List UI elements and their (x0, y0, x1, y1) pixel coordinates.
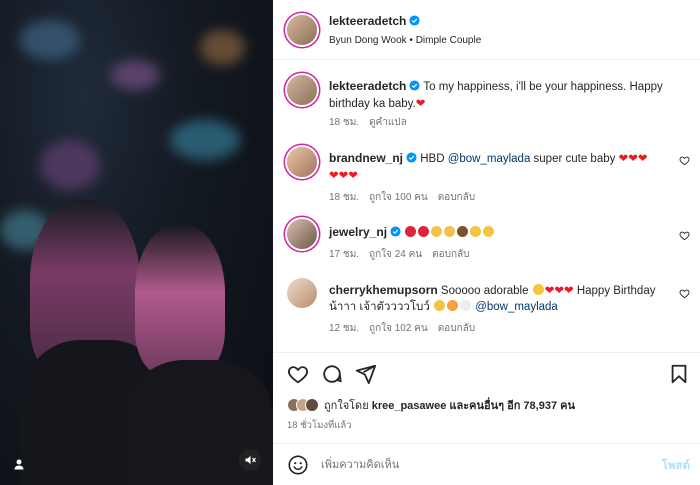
comment-time: 17 ชม. (329, 249, 360, 260)
author-username[interactable]: lekteeradetch (329, 14, 406, 28)
header-subtitle[interactable]: Byun Dong Wook • Dimple Couple (329, 35, 481, 46)
comment-likes[interactable]: ถูกใจ 100 คน (369, 192, 428, 203)
likes-summary[interactable]: ถูกใจโดย kree_pasawee และคนอื่นๆ อีก 78,… (287, 396, 575, 414)
action-bar (273, 352, 700, 388)
sparkles-emoji-icon (431, 226, 443, 237)
media-light (110, 60, 160, 90)
likes-prefix: ถูกใจโดย (324, 400, 372, 412)
bookmark-icon[interactable] (668, 363, 690, 385)
heart-emoji-icon: ❤ (415, 98, 426, 110)
heart-icon[interactable] (679, 230, 690, 241)
grimace-emoji-icon (470, 226, 482, 237)
verified-icon (390, 226, 401, 242)
see-translation-link[interactable]: ดูคำแปล (369, 117, 407, 128)
cake-emoji-icon (457, 226, 469, 237)
lips-emoji-icon (405, 226, 417, 237)
mute-icon[interactable] (239, 449, 261, 471)
heart-emoji-icon: ❤❤❤ (544, 285, 574, 297)
commenter-username[interactable]: cherrykhemupsorn (329, 283, 438, 297)
share-icon[interactable] (355, 363, 377, 385)
media-light (40, 140, 100, 190)
commenter-username[interactable]: brandnew_nj (329, 151, 403, 165)
comment-time: 18 ชม. (329, 192, 360, 203)
heart-icon[interactable] (679, 155, 690, 166)
hands-emoji-icon (459, 300, 471, 311)
media-light (170, 120, 240, 160)
comment-input[interactable] (321, 456, 641, 474)
heart-emoji-icon: ❤❤❤ (618, 153, 648, 165)
comment-text-suffix: super cute baby (530, 153, 616, 165)
reply-button[interactable]: ตอบกลับ (438, 192, 475, 203)
emoji-icon[interactable] (287, 454, 309, 476)
star-struck-emoji-icon (532, 284, 544, 295)
caption-avatar[interactable] (287, 75, 317, 105)
likes-suffix[interactable]: และคนอื่นๆ อีก 78,937 คน (446, 400, 575, 412)
post-panel: lekteeradetch Byun Dong Wook • Dimple Co… (273, 0, 700, 485)
post-comment-button[interactable]: โพสต์ (662, 457, 690, 475)
verified-icon (409, 15, 420, 29)
lips-emoji-icon (418, 226, 430, 237)
media-light (20, 20, 80, 60)
sparkles-emoji-icon (444, 226, 456, 237)
heart-emoji-icon: ❤❤❤ (329, 170, 358, 182)
heart-icon[interactable] (679, 288, 690, 299)
post-time[interactable]: 18 ชั่วโมงที่แล้ว (287, 418, 352, 433)
star-struck-emoji-icon (433, 300, 445, 311)
commenter-avatar[interactable] (287, 219, 317, 249)
comment-icon[interactable] (321, 363, 343, 385)
comment-likes[interactable]: ถูกใจ 102 คน (369, 323, 428, 334)
commenter-avatar[interactable] (287, 278, 317, 308)
comment-text: Sooooo adorable (440, 285, 532, 297)
liker-avatar (305, 398, 319, 412)
mention-link[interactable]: @bow_maylada (475, 301, 558, 313)
post-media[interactable] (0, 0, 273, 485)
verified-icon (406, 152, 417, 168)
commenter-avatar[interactable] (287, 147, 317, 177)
verified-icon (409, 80, 420, 96)
reply-button[interactable]: ตอบกลับ (438, 323, 475, 334)
person-right (135, 225, 225, 375)
liker-username[interactable]: kree_pasawee (372, 400, 447, 412)
commenter-username[interactable]: jewelry_nj (329, 225, 387, 239)
hearts-face-emoji-icon (446, 300, 458, 311)
comment-time: 12 ชม. (329, 323, 360, 334)
comment-text: HBD (420, 153, 448, 165)
author-avatar[interactable] (287, 15, 317, 45)
post-header: lekteeradetch Byun Dong Wook • Dimple Co… (273, 0, 700, 60)
comment-box: โพสต์ (273, 443, 700, 485)
caption-time: 18 ชม. (329, 117, 360, 128)
user-tag-icon[interactable] (12, 457, 26, 471)
mention-link[interactable]: @bow_maylada (448, 153, 531, 165)
comment-likes[interactable]: ถูกใจ 24 คน (369, 249, 422, 260)
caption-username[interactable]: lekteeradetch (329, 79, 406, 93)
media-light (200, 30, 245, 65)
heart-icon[interactable] (287, 363, 309, 385)
reply-button[interactable]: ตอบกลับ (432, 249, 469, 260)
grimace-emoji-icon (483, 226, 495, 237)
